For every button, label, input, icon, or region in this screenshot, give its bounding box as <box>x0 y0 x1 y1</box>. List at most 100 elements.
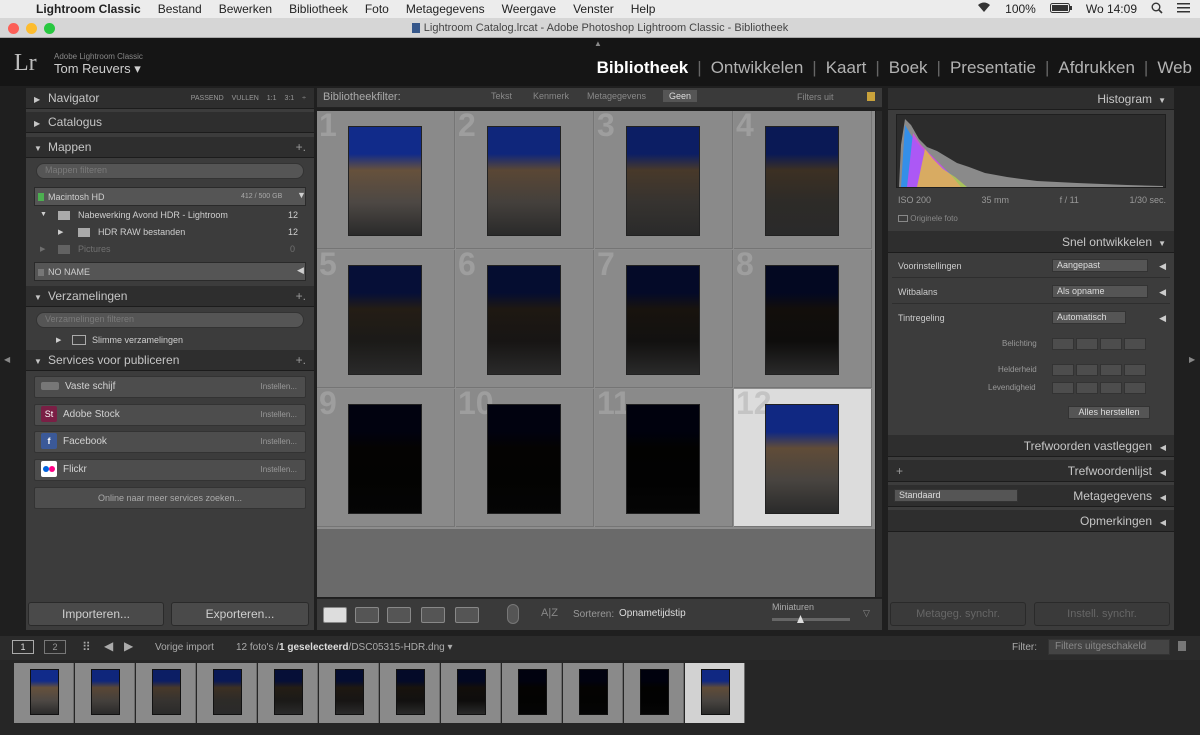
publish-services-header[interactable]: ▼ Services voor publiceren +. <box>26 350 314 371</box>
filmstrip-thumb[interactable] <box>197 663 257 723</box>
menubar-clock[interactable]: Wo 14:09 <box>1086 2 1137 16</box>
service-setup-link[interactable]: Instellen... <box>261 432 297 452</box>
grid-cell[interactable]: 3 <box>595 111 733 249</box>
folder-expand-icon[interactable]: ▼ <box>40 211 47 218</box>
quick-develop-header[interactable]: Snel ontwikkelen ▼ <box>888 231 1174 253</box>
zoom-fit[interactable]: PASSEND <box>191 95 224 102</box>
module-ontwikkelen[interactable]: Ontwikkelen <box>711 58 804 78</box>
list-icon[interactable] <box>1177 2 1190 16</box>
qd-expand-icon[interactable]: ◀ <box>1159 254 1166 278</box>
service-adobe-stock[interactable]: St Adobe Stock Instellen... <box>34 404 306 426</box>
folder-expand-icon[interactable]: ▶ <box>40 245 45 253</box>
grid-cell[interactable]: 11 <box>595 389 733 527</box>
keyword-list-header[interactable]: + Trefwoordenlijst ◀ <box>888 460 1174 482</box>
volume-expand-icon[interactable]: ◀ <box>297 265 304 276</box>
grid-cell[interactable]: 8 <box>734 250 872 388</box>
module-afdrukken[interactable]: Afdrukken <box>1058 58 1135 78</box>
photo-thumbnail[interactable] <box>487 265 561 375</box>
grid-cell[interactable]: 7 <box>595 250 733 388</box>
primary-window-button[interactable]: 1 <box>12 640 34 654</box>
photo-thumbnail[interactable] <box>765 265 839 375</box>
maximize-window-button[interactable] <box>44 23 55 34</box>
people-view-icon[interactable] <box>455 607 479 623</box>
qd-auto-tone-button[interactable]: Automatisch <box>1052 311 1126 324</box>
catalog-header[interactable]: ▶ Catalogus <box>26 112 314 133</box>
photo-thumbnail[interactable] <box>487 126 561 236</box>
qd-exposure-buttons[interactable] <box>1052 338 1146 350</box>
close-window-button[interactable] <box>8 23 19 34</box>
menu-app[interactable]: Lightroom Classic <box>36 2 141 16</box>
battery-percent[interactable]: 100% <box>1005 2 1036 16</box>
compare-view-icon[interactable] <box>387 607 411 623</box>
qd-expand-icon[interactable]: ◀ <box>1159 280 1166 304</box>
filmstrip-thumb[interactable] <box>563 663 623 723</box>
keywording-header[interactable]: Trefwoorden vastleggen ◀ <box>888 435 1174 457</box>
add-collection-icon[interactable]: +. <box>296 286 306 307</box>
survey-view-icon[interactable] <box>421 607 445 623</box>
collections-search-input[interactable]: Verzamelingen filteren <box>36 312 304 328</box>
filmstrip-thumb[interactable] <box>14 663 74 723</box>
menu-item-weergave[interactable]: Weergave <box>502 2 556 16</box>
filter-presets[interactable]: Filters uit <box>797 92 834 102</box>
module-presentatie[interactable]: Presentatie <box>950 58 1036 78</box>
menu-item-foto[interactable]: Foto <box>365 2 389 16</box>
grid-cell[interactable]: 4 <box>734 111 872 249</box>
qd-clarity-buttons[interactable] <box>1052 364 1146 376</box>
filter-attribute[interactable]: Kenmerk <box>529 91 573 101</box>
add-service-icon[interactable]: +. <box>296 350 306 371</box>
filter-text[interactable]: Tekst <box>487 91 516 101</box>
grid-toggle-icon[interactable]: ⠿ <box>82 640 91 654</box>
spray-can-icon[interactable] <box>507 604 519 624</box>
qd-preset-select[interactable]: Aangepast <box>1052 259 1148 272</box>
menu-item-venster[interactable]: Venster <box>573 2 614 16</box>
search-icon[interactable] <box>1151 2 1163 17</box>
export-button[interactable]: Exporteren... <box>171 602 309 626</box>
sort-direction-icon[interactable]: A|Z <box>541 607 558 619</box>
photo-thumbnail[interactable] <box>626 265 700 375</box>
collection-expand-icon[interactable]: ▶ <box>56 336 61 344</box>
zoom-fill[interactable]: VULLEN <box>232 95 259 102</box>
filter-lock-icon[interactable] <box>1178 641 1186 651</box>
zoom-3-1[interactable]: 3:1 <box>284 95 294 102</box>
filmstrip-thumb[interactable] <box>441 663 501 723</box>
qd-expand-icon[interactable]: ◀ <box>1159 306 1166 330</box>
menu-item-bestand[interactable]: Bestand <box>158 2 202 16</box>
filmstrip-source[interactable]: Vorige import <box>155 642 214 653</box>
filter-metadata[interactable]: Metagegevens <box>583 91 650 101</box>
qd-reset-all-button[interactable]: Alles herstellen <box>1068 406 1150 419</box>
grid-cell[interactable]: 1 <box>317 111 455 249</box>
grid-cell[interactable]: 10 <box>456 389 594 527</box>
service-setup-link[interactable]: Instellen... <box>261 377 297 397</box>
sync-metadata-button[interactable]: Metageg. synchr. <box>890 602 1026 626</box>
grid-cell[interactable]: 6 <box>456 250 594 388</box>
filmstrip-thumb[interactable] <box>258 663 318 723</box>
collapse-right-panel-icon[interactable]: ▶ <box>1189 355 1195 364</box>
service-flickr[interactable]: Flickr Instellen... <box>34 459 306 481</box>
navigator-header[interactable]: ▶ Navigator PASSEND VULLEN 1:1 3:1 ÷ <box>26 88 314 109</box>
photo-thumbnail[interactable] <box>765 126 839 236</box>
photo-thumbnail[interactable] <box>487 404 561 514</box>
service-setup-link[interactable]: Instellen... <box>261 460 297 480</box>
qd-wb-select[interactable]: Als opname <box>1052 285 1148 298</box>
import-button[interactable]: Importeren... <box>28 602 164 626</box>
grid-cell[interactable]: 12 <box>734 389 872 527</box>
service-hard-drive[interactable]: Vaste schijf Instellen... <box>34 376 306 398</box>
module-web[interactable]: Web <box>1157 58 1192 78</box>
module-kaart[interactable]: Kaart <box>826 58 867 78</box>
filmstrip-thumb[interactable] <box>75 663 135 723</box>
find-more-services-button[interactable]: Online naar meer services zoeken... <box>34 487 306 509</box>
filmstrip-thumb[interactable] <box>136 663 196 723</box>
add-folder-icon[interactable]: +. <box>296 137 306 158</box>
folder-expand-icon[interactable]: ▶ <box>58 228 63 236</box>
menu-item-bibliotheek[interactable]: Bibliotheek <box>289 2 348 16</box>
minimize-window-button[interactable] <box>26 23 37 34</box>
collections-header[interactable]: ▼ Verzamelingen +. <box>26 286 314 307</box>
photo-thumbnail[interactable] <box>348 126 422 236</box>
loupe-view-icon[interactable] <box>355 607 379 623</box>
collapse-top-panel-icon[interactable]: ▲ <box>594 39 602 48</box>
filmstrip-filter-select[interactable]: Filters uitgeschakeld <box>1048 639 1170 655</box>
battery-icon[interactable] <box>1049 2 1072 16</box>
grid-cell[interactable]: 9 <box>317 389 455 527</box>
identity-user[interactable]: Tom Reuvers ▾ <box>54 61 141 77</box>
lock-icon[interactable] <box>867 92 875 101</box>
